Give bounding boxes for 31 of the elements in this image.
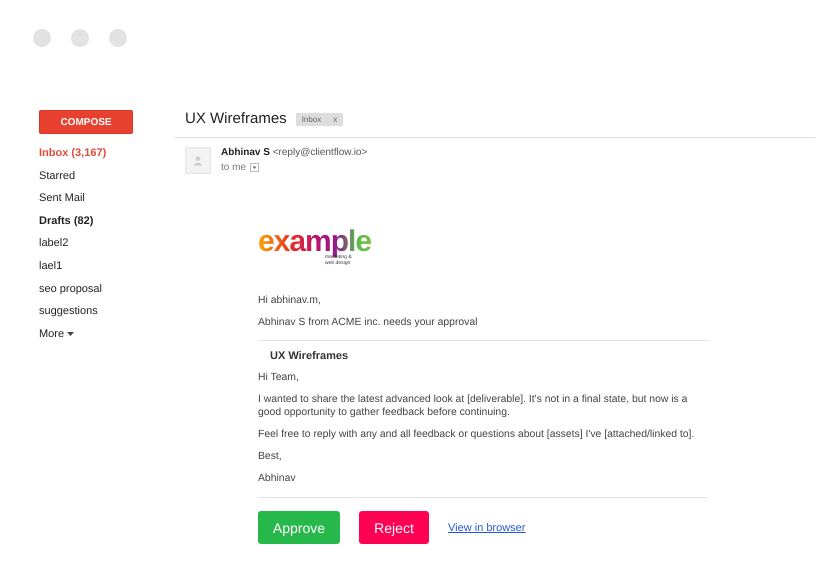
dropdown-icon[interactable] [250, 163, 260, 172]
message-paragraph: Feel free to reply with any and all feedback or questions about [assets] I've [attached/linked to]. [258, 428, 696, 441]
intro-text: Abhinav S from ACME inc. needs your approval [258, 316, 708, 341]
view-in-browser-link[interactable]: View in browser [448, 522, 526, 534]
window-control-icon[interactable] [71, 29, 89, 47]
folder-item[interactable]: label2 [39, 232, 185, 255]
avatar-icon [185, 147, 211, 174]
compose-button[interactable]: COMPOSE [39, 110, 133, 134]
message-paragraph: Abhinav [258, 472, 297, 485]
card-title: UX Wireframes [270, 350, 350, 362]
folder-item[interactable]: Starred [39, 164, 185, 188]
more-menu[interactable]: More [39, 322, 74, 345]
message-paragraph: I wanted to share the latest advanced look at [deliverable]. It's not in a final state, but now is a good opportunity to gather feedback before continuing. [258, 393, 688, 419]
sender-name: Abhinav S [221, 147, 270, 158]
folder-item[interactable]: seo proposal [39, 278, 185, 300]
folder-item[interactable]: suggestions [39, 300, 185, 323]
folder-item[interactable]: Drafts (82) [39, 210, 185, 232]
message-paragraph: Hi Team, [258, 371, 300, 384]
message-subject: UX Wireframes [185, 110, 287, 127]
folder-item[interactable]: lael1 [39, 254, 185, 278]
caret-icon [67, 332, 74, 336]
greeting-text: Hi abhinav.m, [258, 294, 322, 307]
inbox-label-tag[interactable]: Inbox x [296, 113, 344, 126]
folder-item[interactable]: Sent Mail [39, 187, 185, 210]
window-control-icon[interactable] [33, 29, 51, 47]
sender-email: <reply@clientflow.io> [272, 147, 368, 158]
window-control-icon[interactable] [109, 29, 127, 47]
recipient-text: to me [221, 162, 246, 173]
reject-button[interactable]: Reject [359, 511, 429, 544]
message-paragraph: Best, [258, 450, 283, 463]
folder-item[interactable]: Inbox (3,167) [39, 142, 185, 165]
